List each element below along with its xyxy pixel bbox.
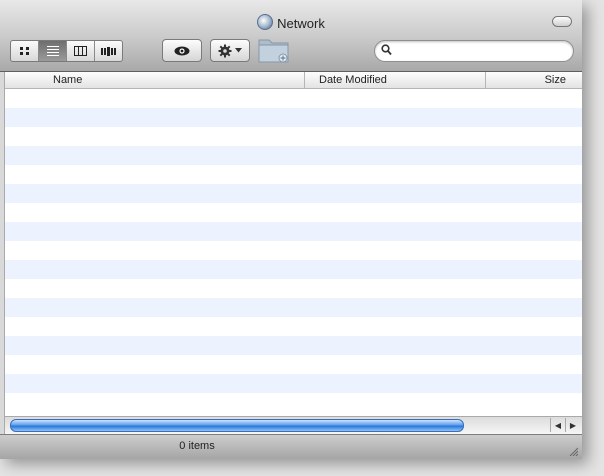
toolbar-toggle-button[interactable] xyxy=(552,16,572,27)
empty-row xyxy=(5,393,582,412)
finder-window: Network Name Date Modified Size ◀ ▶ 0 it… xyxy=(0,0,582,459)
icon-view-button[interactable] xyxy=(11,41,39,61)
column-header-size[interactable]: Size xyxy=(545,73,566,87)
empty-row xyxy=(5,317,582,336)
empty-row xyxy=(5,241,582,260)
column-header-name[interactable]: Name xyxy=(53,73,82,87)
empty-row xyxy=(5,298,582,317)
empty-row xyxy=(5,279,582,298)
item-count: 0 items xyxy=(179,440,215,452)
resize-grip-icon[interactable] xyxy=(568,446,578,456)
list-header: Name Date Modified Size xyxy=(5,72,582,89)
quick-look-button[interactable] xyxy=(162,39,202,62)
gear-icon xyxy=(218,44,232,57)
toolbar: Network xyxy=(0,0,582,72)
column-divider[interactable] xyxy=(304,72,305,88)
empty-row xyxy=(5,222,582,241)
search-field[interactable] xyxy=(374,40,574,62)
scroll-arrows: ◀ ▶ xyxy=(550,418,580,432)
empty-row xyxy=(5,184,582,203)
column-view-button[interactable] xyxy=(67,41,95,61)
search-icon xyxy=(381,44,392,56)
empty-row xyxy=(5,203,582,222)
empty-row xyxy=(5,127,582,146)
status-bar: 0 items xyxy=(0,434,582,459)
view-switcher xyxy=(10,40,123,62)
window-title: Network xyxy=(0,14,582,31)
action-menu-button[interactable] xyxy=(210,39,250,62)
coverflow-view-icon xyxy=(101,46,116,56)
file-list[interactable]: Name Date Modified Size xyxy=(5,72,582,416)
empty-row xyxy=(5,108,582,127)
empty-row xyxy=(5,260,582,279)
empty-row xyxy=(5,336,582,355)
list-view-icon xyxy=(46,46,59,56)
list-view-button[interactable] xyxy=(39,41,67,61)
empty-row xyxy=(5,89,582,108)
network-globe-icon xyxy=(257,14,274,30)
empty-row xyxy=(5,374,582,393)
scroll-right-arrow-icon[interactable]: ▶ xyxy=(565,418,580,432)
window-title-text: Network xyxy=(277,16,325,31)
coverflow-view-button[interactable] xyxy=(95,41,122,61)
scroll-left-arrow-icon[interactable]: ◀ xyxy=(550,418,565,432)
chevron-down-icon xyxy=(235,48,242,53)
column-divider[interactable] xyxy=(485,72,486,88)
new-folder-icon[interactable] xyxy=(258,36,290,63)
list-rows xyxy=(5,89,582,412)
horizontal-scrollbar[interactable]: ◀ ▶ xyxy=(5,416,582,434)
icon-view-icon xyxy=(19,46,29,55)
empty-row xyxy=(5,146,582,165)
empty-row xyxy=(5,355,582,374)
column-header-date-modified[interactable]: Date Modified xyxy=(319,73,387,87)
eye-icon xyxy=(174,46,190,55)
scroll-thumb[interactable] xyxy=(10,419,464,432)
column-view-icon xyxy=(74,46,87,56)
search-input[interactable] xyxy=(397,43,569,59)
empty-row xyxy=(5,165,582,184)
